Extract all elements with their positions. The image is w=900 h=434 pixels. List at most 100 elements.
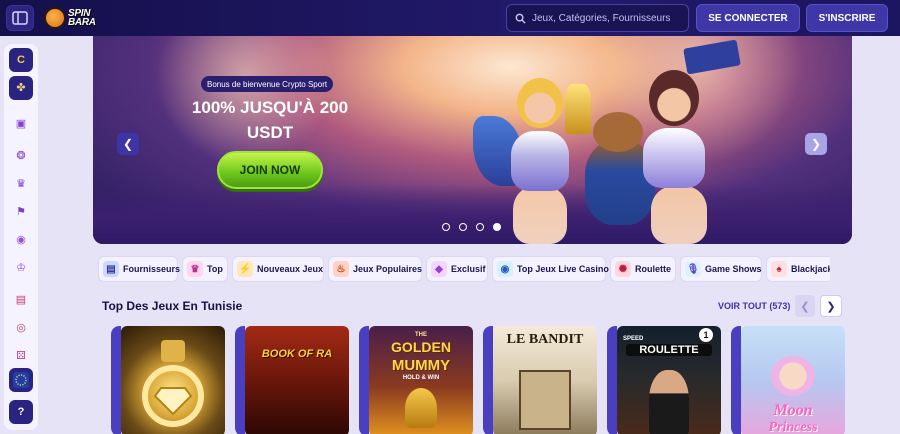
game-thumbnail bbox=[121, 326, 225, 434]
game-card[interactable]: BOOK OF RA bbox=[235, 326, 351, 434]
character-left-body bbox=[511, 131, 569, 191]
category-jeux-populaires[interactable]: ♨ Jeux Populaires bbox=[328, 256, 422, 282]
game-card-accent bbox=[731, 326, 741, 434]
character-right-legs bbox=[651, 186, 707, 244]
carousel-dot[interactable] bbox=[459, 223, 467, 231]
mummy-image bbox=[405, 388, 437, 428]
category-blackjack[interactable]: ♠ Blackjack bbox=[766, 256, 830, 282]
trophy-icon[interactable]: ♛ bbox=[9, 172, 33, 196]
game-title-line2: Princess bbox=[768, 420, 818, 434]
game-thumbnail: THE GOLDEN MUMMY HOLD & WIN bbox=[369, 326, 473, 434]
category-exclusif[interactable]: ◆ Exclusif bbox=[426, 256, 488, 282]
sidebar-toggle-icon bbox=[12, 11, 28, 25]
target-icon[interactable]: ◎ bbox=[9, 316, 33, 340]
category-top[interactable]: ♛ Top bbox=[182, 256, 228, 282]
game-thumbnail: 1 SPEED ROULETTE bbox=[617, 326, 721, 434]
games-next-button[interactable]: ❯ bbox=[820, 295, 842, 317]
logo[interactable]: SPIN BARA bbox=[44, 4, 110, 32]
live-icon: ◉ bbox=[497, 261, 513, 277]
category-label: Blackjack bbox=[791, 264, 830, 274]
carousel-dot[interactable] bbox=[476, 223, 484, 231]
search-box[interactable] bbox=[506, 4, 689, 32]
character-right-body bbox=[643, 128, 705, 188]
game-card[interactable]: THE GOLDEN MUMMY HOLD & WIN bbox=[359, 326, 475, 434]
banner-title: 100% JUSQU'À 200 USDT bbox=[167, 95, 373, 145]
cards-icon: ♠ bbox=[771, 261, 787, 277]
banner-next-button[interactable]: ❯ bbox=[805, 133, 827, 155]
category-top-jeux-live-casino[interactable]: ◉ Top Jeux Live Casino bbox=[492, 256, 609, 282]
dealer-image bbox=[649, 370, 689, 434]
character-left-legs bbox=[513, 186, 567, 244]
logo-text: SPIN BARA bbox=[68, 9, 96, 28]
game-title-line2: MUMMY bbox=[391, 357, 451, 374]
clover-icon[interactable]: ✤ bbox=[9, 76, 33, 100]
category-nouveaux-jeux[interactable]: ⚡ Nouveaux Jeux bbox=[232, 256, 324, 282]
category-tabs: ▤ Fournisseurs ♛ Top ⚡ Nouveaux Jeux ♨ Jeux … bbox=[96, 256, 830, 282]
promo-banner[interactable]: Bonus de bienvenue Crypto Sport 100% JUS… bbox=[93, 36, 852, 244]
medal-icon[interactable]: ❂ bbox=[9, 144, 33, 168]
chevron-right-icon: ❯ bbox=[810, 137, 822, 151]
lightning-icon: ⚡ bbox=[237, 261, 253, 277]
left-sidebar: C ✤ ▣ ❂ ♛ ⚑ ◉ ♔ ▤ ◎ ⚄ ? bbox=[4, 44, 38, 430]
crown-icon: ♛ bbox=[187, 261, 203, 277]
category-label: Nouveaux Jeux bbox=[257, 264, 324, 274]
diamond-icon bbox=[142, 340, 204, 427]
register-button[interactable]: S'INSCRIRE bbox=[806, 4, 888, 32]
game-thumbnail: BOOK OF RA bbox=[245, 326, 349, 434]
character-left-head bbox=[517, 78, 563, 128]
game-title-top: THE bbox=[415, 332, 427, 338]
game-title: ROULETTE bbox=[626, 344, 712, 356]
banner-prev-button[interactable]: ❮ bbox=[117, 133, 139, 155]
ticket-icon[interactable]: ▤ bbox=[9, 288, 33, 312]
game-title: LE BANDIT bbox=[506, 332, 584, 347]
chevron-left-icon: ❮ bbox=[122, 137, 134, 151]
eu-flag-icon[interactable] bbox=[9, 368, 33, 392]
category-roulette[interactable]: ✺ Roulette bbox=[610, 256, 676, 282]
character-right-head bbox=[649, 70, 699, 126]
game-title: Moon bbox=[773, 402, 813, 419]
crown-icon[interactable]: ♔ bbox=[9, 256, 33, 280]
category-fournisseurs[interactable]: ▤ Fournisseurs bbox=[98, 256, 180, 282]
mascot-bear-head bbox=[593, 112, 643, 152]
category-label: Top Jeux Live Casino bbox=[517, 264, 609, 274]
category-label: Roulette bbox=[635, 264, 671, 274]
chat-icon[interactable]: ◉ bbox=[9, 228, 33, 252]
banner-title-line1: 100% JUSQU'À 200 bbox=[191, 98, 349, 117]
wild-poster-image bbox=[519, 370, 571, 430]
eu-stars-icon bbox=[13, 372, 29, 388]
providers-icon: ▤ bbox=[103, 261, 119, 277]
princess-image bbox=[771, 356, 815, 396]
games-prev-button[interactable]: ❮ bbox=[795, 295, 815, 317]
search-icon bbox=[515, 13, 526, 24]
game-card[interactable]: 1 SPEED ROULETTE bbox=[607, 326, 723, 434]
game-card[interactable]: LE BANDIT bbox=[483, 326, 599, 434]
game-thumbnail: LE BANDIT bbox=[493, 326, 597, 434]
capybara-logo-icon bbox=[44, 7, 66, 29]
carousel-dot-active[interactable] bbox=[493, 223, 501, 231]
diamond-icon: ◆ bbox=[431, 261, 447, 277]
join-now-button[interactable]: JOIN NOW bbox=[217, 151, 323, 189]
bonus-pill: Bonus de bienvenue Crypto Sport bbox=[201, 76, 334, 92]
race-flag-icon[interactable]: ⚑ bbox=[9, 200, 33, 224]
game-card-accent bbox=[359, 326, 369, 434]
game-card-accent bbox=[111, 326, 121, 434]
game-provider: SPEED bbox=[623, 336, 644, 342]
carousel-dot[interactable] bbox=[442, 223, 450, 231]
see-all-link[interactable]: VOIR TOUT (573) bbox=[718, 301, 790, 311]
login-button[interactable]: SE CONNECTER bbox=[696, 4, 800, 32]
search-input[interactable] bbox=[532, 12, 682, 24]
game-card-accent bbox=[235, 326, 245, 434]
game-title: GOLDEN bbox=[391, 339, 451, 355]
section-title: Top Des Jeux En Tunisie bbox=[102, 299, 243, 313]
game-card[interactable] bbox=[111, 326, 227, 434]
flame-icon: ♨ bbox=[333, 261, 349, 277]
sidebar-toggle-button[interactable] bbox=[6, 5, 34, 31]
crypto-coin-icon[interactable]: C bbox=[9, 48, 33, 72]
game-card[interactable]: Moon Princess bbox=[731, 326, 847, 434]
gift-icon[interactable]: ▣ bbox=[9, 112, 33, 136]
category-game-shows[interactable]: 🎙 Game Shows bbox=[680, 256, 762, 282]
dice-icon[interactable]: ⚄ bbox=[9, 344, 33, 368]
category-label: Jeux Populaires bbox=[353, 264, 423, 274]
banner-title-line2: USDT bbox=[246, 123, 294, 142]
help-icon[interactable]: ? bbox=[9, 400, 33, 424]
